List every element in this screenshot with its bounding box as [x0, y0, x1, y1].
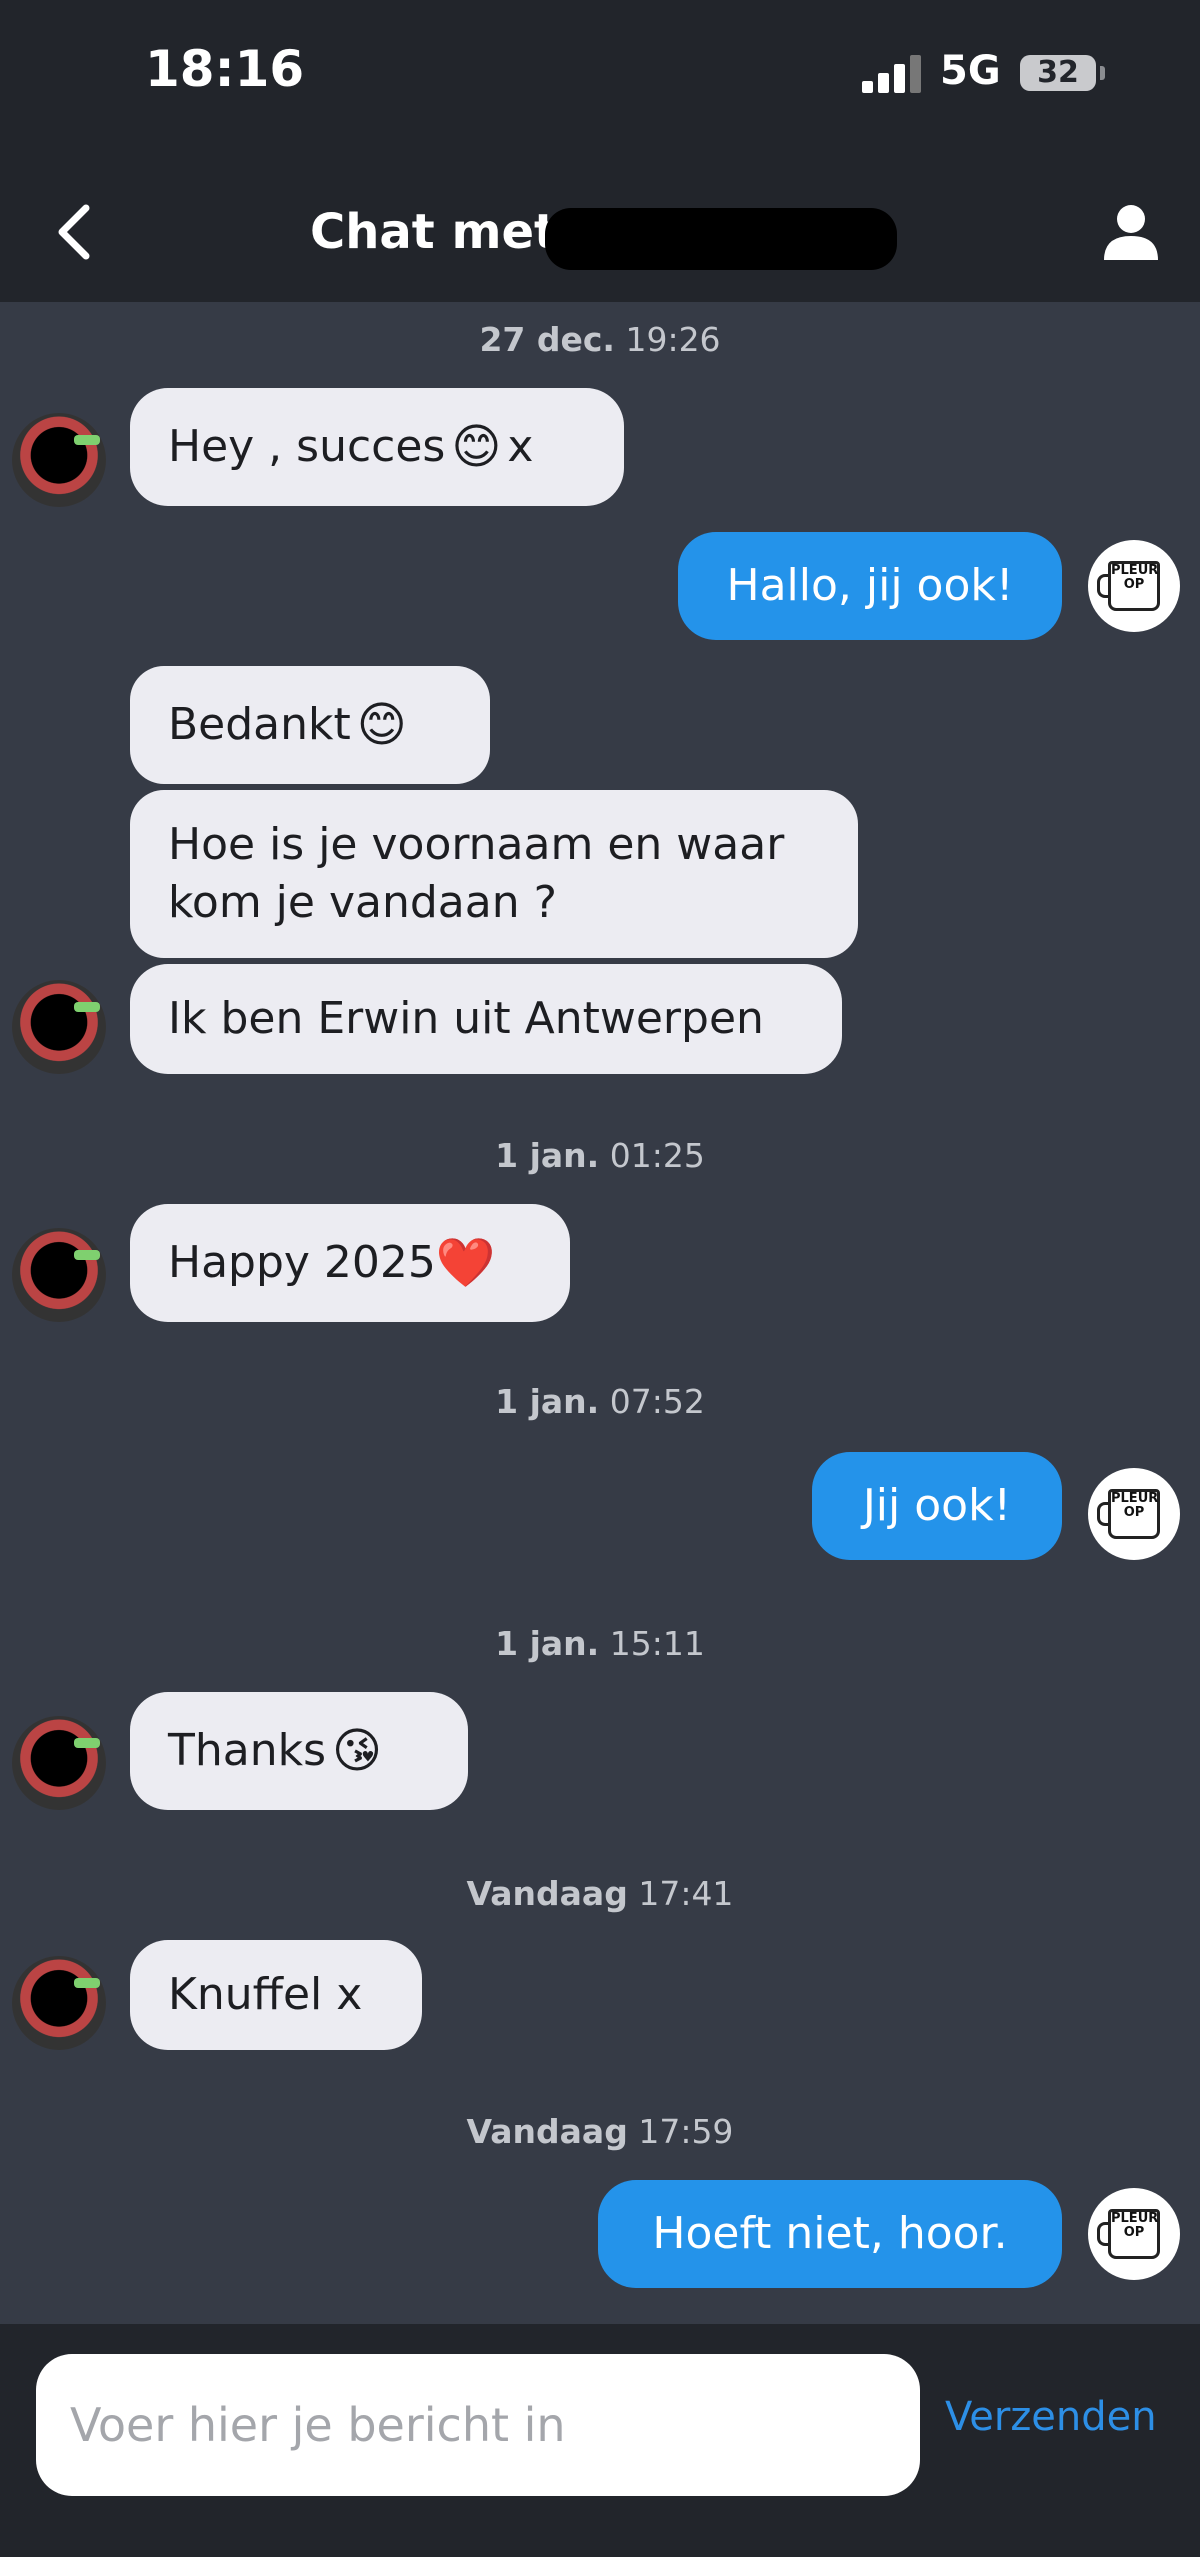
back-button[interactable] — [50, 202, 100, 262]
redacted-contact-name — [545, 208, 897, 270]
timestamp: 1 jan. 01:25 — [495, 1136, 705, 1175]
heart-emoji: ❤️ — [435, 1235, 496, 1291]
kiss-emoji: 😘 — [332, 1723, 383, 1779]
timestamp: 1 jan. 07:52 — [495, 1382, 705, 1421]
message-received[interactable]: Knuffel x — [130, 1940, 422, 2050]
message-input[interactable] — [36, 2354, 920, 2496]
contact-avatar[interactable] — [12, 1228, 106, 1322]
message-received[interactable]: Hey , succes 😊 x — [130, 388, 624, 506]
send-button[interactable]: Verzenden — [945, 2394, 1157, 2440]
page-title: Chat met — [310, 204, 557, 260]
chevron-left-icon — [58, 204, 90, 260]
contact-avatar[interactable] — [12, 1716, 106, 1810]
smile-emoji: 😊 — [356, 697, 407, 753]
contact-avatar[interactable] — [12, 980, 106, 1074]
timestamp: 1 jan. 15:11 — [495, 1624, 705, 1663]
timestamp: Vandaag 17:41 — [466, 1874, 734, 1913]
message-sent[interactable]: Hoeft niet, hoor. — [598, 2180, 1062, 2288]
contact-avatar[interactable] — [12, 413, 106, 507]
battery-icon: 32 — [1020, 55, 1096, 91]
mug-icon: PLEUR OP — [1097, 561, 1160, 611]
network-type: 5G — [940, 48, 1001, 94]
battery-tip — [1100, 66, 1105, 80]
message-received[interactable]: Ik ben Erwin uit Antwerpen — [130, 964, 842, 1074]
message-list[interactable]: 27 dec. 19:26 Hey , succes 😊 x Hallo, jij … — [0, 302, 1200, 2324]
timestamp: 27 dec. 19:26 — [479, 320, 721, 359]
mug-icon: PLEUR OP — [1097, 2209, 1160, 2259]
own-avatar[interactable]: PLEUR OP — [1088, 1468, 1180, 1560]
status-time: 18:16 — [145, 40, 305, 98]
mug-icon: PLEUR OP — [1097, 1489, 1160, 1539]
message-sent[interactable]: Hallo, jij ook! — [678, 532, 1062, 640]
contact-avatar[interactable] — [12, 1956, 106, 2050]
message-received[interactable]: Bedankt 😊 — [130, 666, 490, 784]
timestamp: Vandaag 17:59 — [466, 2112, 734, 2151]
profile-button[interactable] — [1100, 202, 1162, 264]
message-received[interactable]: Happy 2025 ❤️ — [130, 1204, 570, 1322]
own-avatar[interactable]: PLEUR OP — [1088, 540, 1180, 632]
message-sent[interactable]: Jij ook! — [812, 1452, 1062, 1560]
smile-emoji: 😊 — [451, 419, 502, 475]
message-received[interactable]: Thanks 😘 — [130, 1692, 468, 1810]
chat-header: Chat met — [0, 160, 1200, 302]
message-composer: Verzenden — [0, 2324, 1200, 2557]
signal-icon — [862, 55, 922, 93]
message-received[interactable]: Hoe is je voornaam en waar kom je vandaa… — [130, 790, 858, 958]
user-icon — [1104, 205, 1158, 260]
status-bar: 18:16 5G 32 — [0, 0, 1200, 160]
own-avatar[interactable]: PLEUR OP — [1088, 2188, 1180, 2280]
